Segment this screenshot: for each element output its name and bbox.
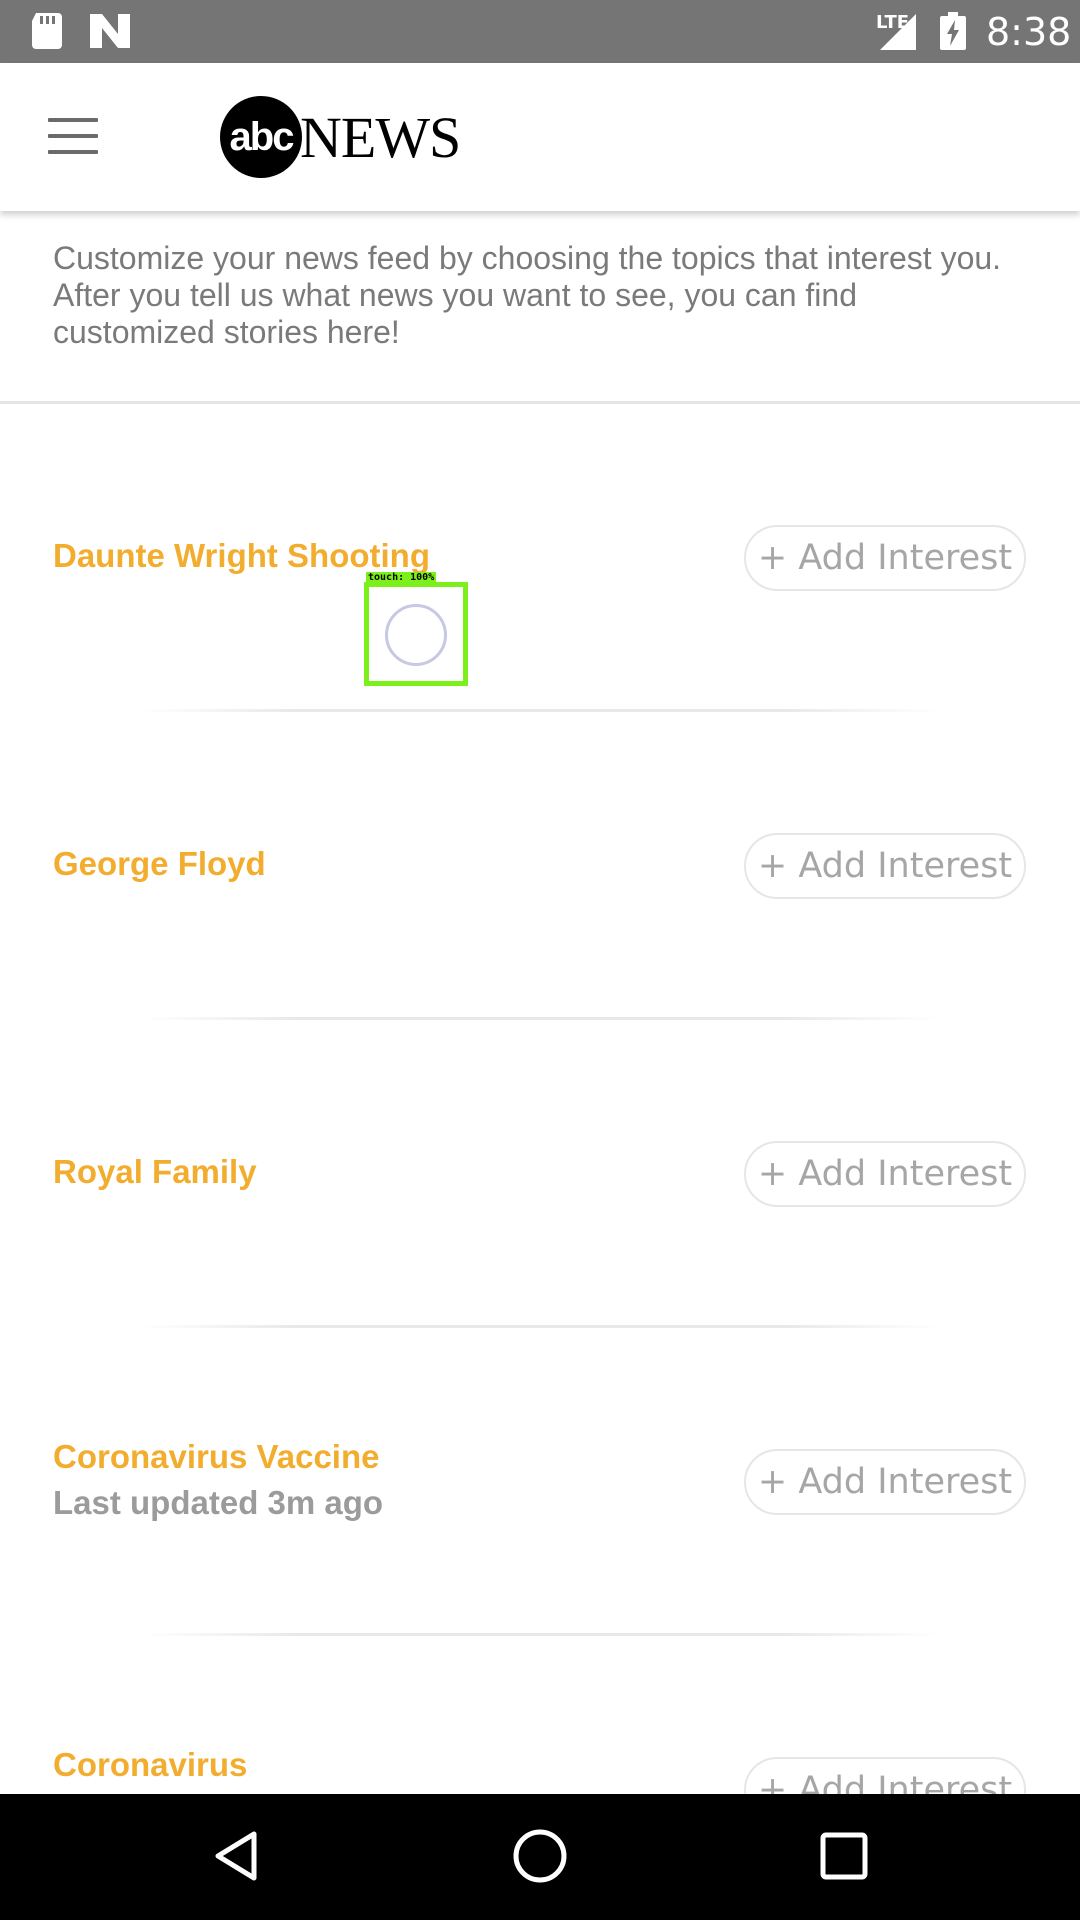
topic-title[interactable]: Coronavirus [53, 1746, 247, 1784]
app-bar: abc NEWS [0, 63, 1080, 211]
topic-title[interactable]: Royal Family [53, 1153, 257, 1191]
menu-icon[interactable] [48, 118, 98, 154]
clock: 8:38 [986, 10, 1072, 54]
add-interest-button[interactable]: + Add Interest [744, 1141, 1026, 1207]
battery-charging-icon [940, 12, 966, 50]
intro-text: Customize your news feed by choosing the… [53, 240, 1002, 350]
add-interest-button[interactable]: + Add Interest [744, 1449, 1026, 1515]
logo-abc: abc [220, 96, 302, 178]
back-icon[interactable] [214, 1830, 258, 1882]
divider [140, 1633, 940, 1636]
abc-news-logo: abc NEWS [220, 96, 461, 178]
sd-card-icon [32, 13, 62, 49]
touch-indicator-label: touch: 100% [366, 572, 437, 583]
status-bar: LTE 8:38 [0, 0, 1080, 63]
navigation-bar [0, 1794, 1080, 1920]
recents-icon[interactable] [820, 1832, 868, 1880]
topic-title[interactable]: George Floyd [53, 845, 266, 883]
topic-title[interactable]: Daunte Wright Shooting [53, 537, 430, 575]
divider [140, 1325, 940, 1328]
signal-icon [880, 14, 916, 50]
home-icon[interactable] [512, 1828, 568, 1884]
intro-divider [0, 401, 1080, 404]
add-interest-button[interactable]: + Add Interest [744, 525, 1026, 591]
logo-news: NEWS [300, 104, 461, 170]
touch-ripple [385, 604, 447, 666]
add-interest-button[interactable]: + Add Interest [744, 833, 1026, 899]
divider [140, 1017, 940, 1020]
topic-updated-text: Last updated 3m ago [53, 1484, 384, 1521]
topic-title[interactable]: Coronavirus Vaccine [53, 1438, 379, 1476]
divider [140, 709, 940, 712]
n-logo-icon [90, 14, 130, 48]
